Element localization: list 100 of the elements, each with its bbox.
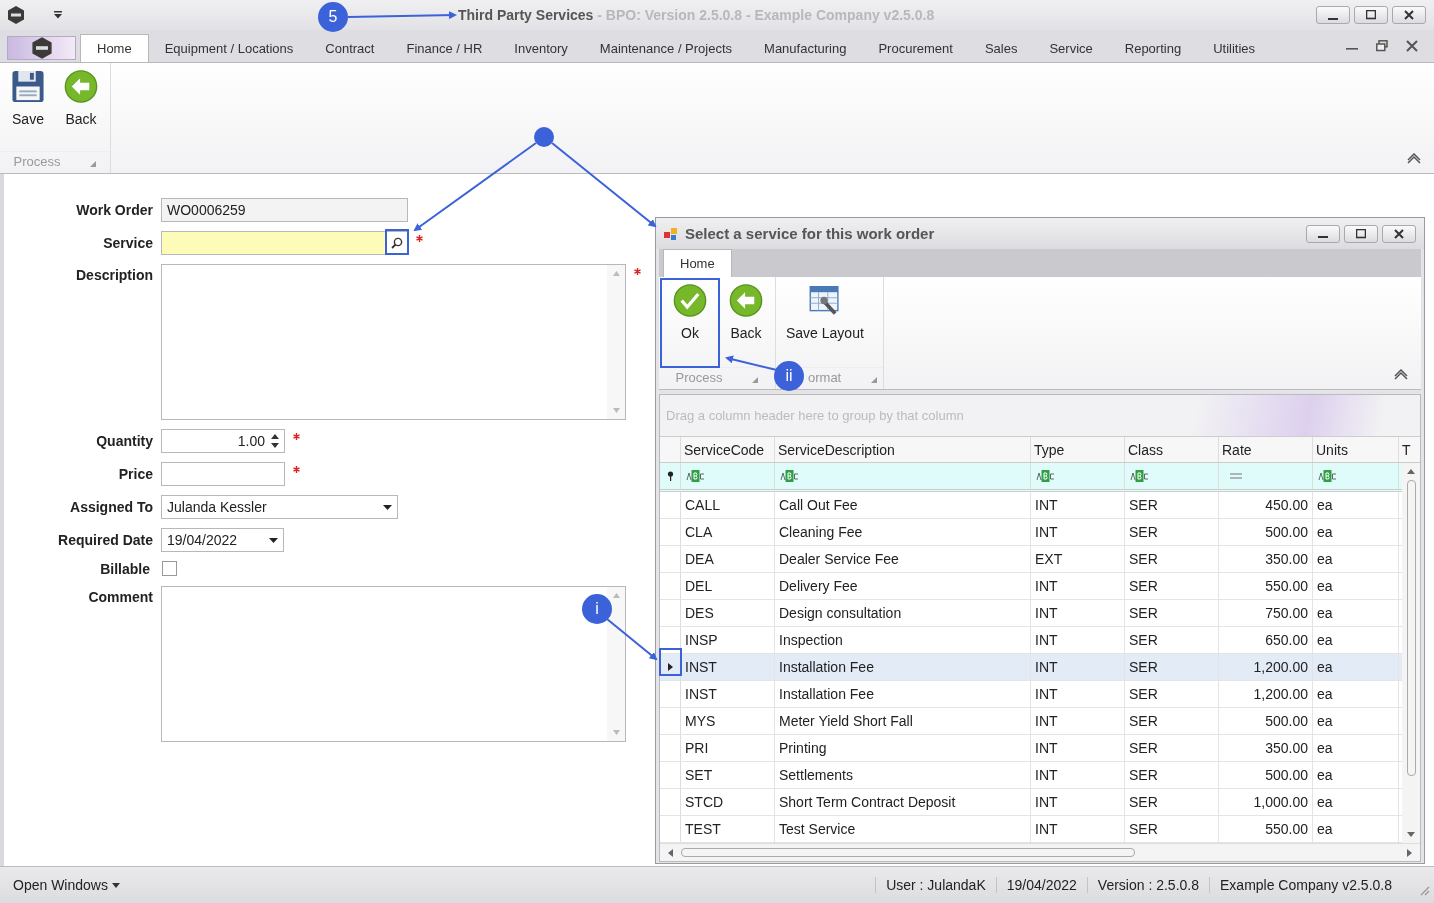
resize-grip-icon[interactable] — [1418, 884, 1430, 896]
minimize-button[interactable] — [1306, 224, 1340, 243]
collapse-ribbon-icon[interactable] — [1393, 369, 1409, 381]
dialog-launcher-icon[interactable] — [90, 161, 97, 167]
column-header[interactable]: T — [1399, 437, 1420, 462]
ribbon-tab[interactable]: Procurement — [862, 34, 969, 62]
table-cell: Call Out Fee — [775, 492, 1031, 518]
mdi-close-icon[interactable] — [1406, 40, 1418, 52]
scroll-right-icon[interactable] — [1407, 848, 1412, 857]
back-button[interactable]: Back — [58, 67, 104, 129]
dialog-launcher-icon[interactable] — [752, 377, 759, 383]
ribbon-tab[interactable]: Home — [663, 249, 732, 277]
field-label: Billable — [99, 561, 150, 577]
column-header[interactable]: ServiceDescription — [775, 437, 1031, 462]
dropdown-arrow-icon[interactable] — [269, 537, 278, 543]
table-cell: INT — [1031, 492, 1125, 518]
work-order-field[interactable]: WO0006259 — [161, 198, 408, 222]
ribbon-tab[interactable]: Equipment / Locations — [148, 34, 310, 62]
text-filter-icon[interactable] — [780, 470, 799, 482]
memo-field[interactable] — [161, 586, 626, 742]
column-header[interactable]: Units — [1313, 437, 1399, 462]
ribbon-tab[interactable]: Home — [80, 34, 149, 62]
memo-field[interactable] — [161, 264, 626, 420]
date-picker[interactable]: 19/04/2022 — [161, 528, 284, 552]
column-header[interactable]: Type — [1031, 437, 1125, 462]
table-cell: PRI — [681, 735, 775, 761]
ribbon-group-label: Process — [13, 154, 61, 169]
table-cell: ea — [1313, 681, 1399, 707]
ribbon-tab[interactable]: Contract — [309, 34, 391, 62]
ribbon-tab[interactable]: Manufacturing — [748, 34, 863, 62]
scroll-up-icon[interactable] — [1407, 469, 1415, 474]
table-cell: EXT — [1031, 546, 1125, 572]
text-filter-icon[interactable] — [686, 470, 705, 482]
table-cell: MYS — [681, 708, 775, 734]
service-lookup-field[interactable] — [161, 231, 386, 255]
text-filter-icon[interactable] — [1036, 470, 1055, 482]
text-filter-icon[interactable] — [1130, 470, 1149, 482]
back-button[interactable]: Back — [723, 281, 769, 343]
table-cell: INT — [1031, 681, 1125, 707]
table-cell: SER — [1125, 573, 1219, 599]
minimize-button[interactable] — [1316, 6, 1350, 24]
highlight-frame — [385, 229, 409, 255]
table-cell: SER — [1125, 627, 1219, 653]
minimize-icon — [1318, 236, 1328, 238]
window-icon — [663, 226, 679, 241]
group-by-hint: Drag a column header here to group by that column — [666, 408, 964, 423]
text-filter-icon[interactable] — [1318, 470, 1337, 482]
ribbon-tab[interactable]: Maintenance / Projects — [583, 34, 749, 62]
field-label: Quantity — [95, 432, 153, 449]
quick-access-dropdown-icon[interactable] — [53, 11, 63, 19]
table-cell: INT — [1031, 654, 1125, 680]
close-icon — [1404, 10, 1414, 20]
maximize-icon — [1366, 10, 1376, 20]
table-cell: TEST — [681, 816, 775, 842]
table-cell: SER — [1125, 816, 1219, 842]
field-label: Description — [75, 266, 153, 283]
table-cell: ea — [1313, 816, 1399, 842]
table-cell: 750.00 — [1219, 600, 1313, 626]
status-item: User : JulandaK — [875, 877, 996, 893]
table-cell: SET — [681, 762, 775, 788]
column-header[interactable]: Class — [1125, 437, 1219, 462]
close-icon-button[interactable] — [1392, 6, 1426, 24]
dropdown-arrow-icon[interactable] — [383, 504, 392, 510]
ribbon-tab[interactable]: Utilities — [1197, 34, 1272, 62]
field-label: Required Date — [57, 531, 153, 548]
checkbox[interactable] — [162, 561, 177, 576]
dialog-launcher-icon[interactable] — [871, 377, 878, 383]
ribbon-tab[interactable]: Sales — [968, 34, 1034, 62]
ribbon-tab[interactable]: Finance / HR — [390, 34, 499, 62]
mdi-restore-icon[interactable] — [1376, 40, 1388, 52]
save-layout-button[interactable]: Save Layout — [782, 281, 868, 343]
ok-button[interactable]: Ok — [665, 281, 715, 343]
collapse-ribbon-icon[interactable] — [1406, 153, 1422, 165]
ribbon-tab[interactable]: Inventory — [498, 34, 584, 62]
application-menu-button[interactable] — [7, 36, 76, 60]
table-cell: SER — [1125, 492, 1219, 518]
ribbon-tab[interactable]: Service — [1033, 34, 1109, 62]
maximize-button[interactable] — [1354, 6, 1388, 24]
spin-arrows-icon[interactable] — [271, 434, 279, 448]
table-cell: INT — [1031, 735, 1125, 761]
vertical-scrollbar[interactable] — [1402, 463, 1420, 843]
window-title: Third Party Services — [458, 7, 594, 23]
ribbon-tab[interactable]: Reporting — [1108, 34, 1198, 62]
app-logo-icon[interactable] — [6, 5, 26, 25]
save-button[interactable]: Save — [6, 67, 50, 129]
dropdown[interactable]: Julanda Kessler — [161, 495, 398, 519]
open-windows-menu[interactable]: Open Windows — [13, 877, 120, 893]
maximize-button[interactable] — [1344, 224, 1378, 243]
column-header[interactable]: ServiceCode — [681, 437, 775, 462]
close-button[interactable] — [1382, 224, 1416, 243]
horizontal-scrollbar[interactable] — [660, 843, 1420, 861]
table-cell: DEL — [681, 573, 775, 599]
close-icon — [1394, 228, 1404, 239]
scroll-left-icon[interactable] — [668, 848, 673, 857]
column-header[interactable]: Rate — [1219, 437, 1313, 462]
table-cell: ea — [1313, 735, 1399, 761]
table-cell: INT — [1031, 573, 1125, 599]
quantity-spin-field[interactable]: 1.00 — [161, 429, 285, 453]
scroll-down-icon[interactable] — [1407, 832, 1415, 837]
price-field[interactable] — [161, 462, 285, 486]
